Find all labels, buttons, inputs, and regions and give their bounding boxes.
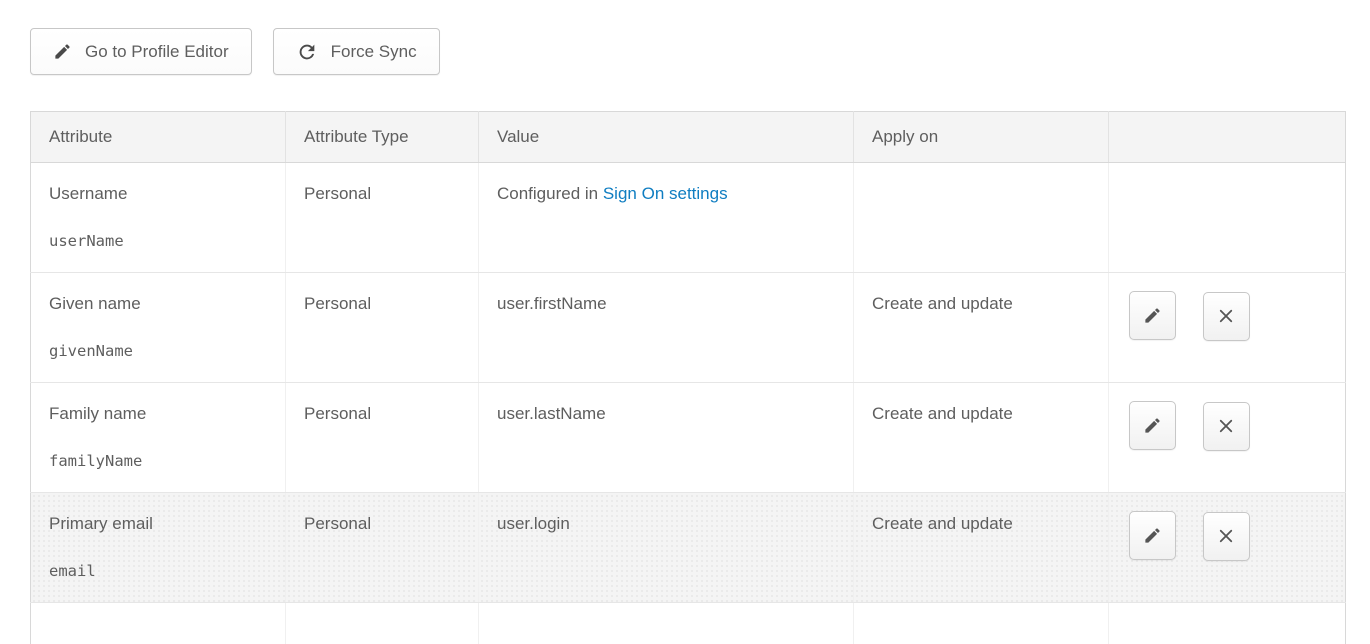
attribute-cell: Family name familyName (31, 383, 286, 493)
remove-attribute-button[interactable] (1203, 512, 1250, 561)
x-icon (1217, 417, 1235, 435)
value-text: Configured in (497, 184, 603, 203)
pencil-icon (1143, 416, 1162, 435)
attribute-mappings-page: Go to Profile Editor Force Sync Attribut… (0, 0, 1370, 644)
column-header-attribute: Attribute (31, 112, 286, 163)
remove-attribute-button[interactable] (1203, 402, 1250, 451)
table-row: Primary email email Personal user.login … (31, 493, 1346, 603)
value-cell: user.firstName (479, 273, 854, 383)
table-row: Family name familyName Personal user.las… (31, 383, 1346, 493)
value-cell: Configured in Sign On settings (479, 163, 854, 273)
attribute-name: givenName (49, 341, 267, 361)
column-header-apply-on: Apply on (854, 112, 1109, 163)
force-sync-label: Force Sync (331, 42, 417, 62)
value-cell: user.login (479, 493, 854, 603)
attribute-label: Family name (49, 404, 267, 424)
table-row: Given name givenName Personal user.first… (31, 273, 1346, 383)
attribute-type-cell: Personal (286, 493, 479, 603)
remove-attribute-button[interactable] (1203, 292, 1250, 341)
column-header-attribute-type: Attribute Type (286, 112, 479, 163)
apply-on-cell: Create and update (854, 273, 1109, 383)
table-row (31, 603, 1346, 644)
edit-attribute-button[interactable] (1129, 291, 1176, 340)
column-header-value: Value (479, 112, 854, 163)
go-to-profile-editor-button[interactable]: Go to Profile Editor (30, 28, 252, 75)
apply-on-cell: Create and update (854, 383, 1109, 493)
sign-on-settings-link[interactable]: Sign On settings (603, 184, 728, 203)
apply-on-cell (854, 603, 1109, 644)
actions-cell (1109, 493, 1346, 603)
pencil-icon (53, 42, 72, 61)
edit-attribute-button[interactable] (1129, 511, 1176, 560)
go-to-profile-editor-label: Go to Profile Editor (85, 42, 229, 62)
actions-cell (1109, 163, 1346, 273)
pencil-icon (1143, 306, 1162, 325)
attribute-cell: Primary email email (31, 493, 286, 603)
actions-cell (1109, 383, 1346, 493)
apply-on-cell: Create and update (854, 493, 1109, 603)
pencil-icon (1143, 526, 1162, 545)
attribute-name: familyName (49, 451, 267, 471)
attribute-label: Primary email (49, 514, 267, 534)
value-cell (479, 603, 854, 644)
attribute-mapping-table: Attribute Attribute Type Value Apply on … (30, 111, 1346, 644)
attribute-cell: Username userName (31, 163, 286, 273)
table-row: Username userName Personal Configured in… (31, 163, 1346, 273)
apply-on-cell (854, 163, 1109, 273)
edit-attribute-button[interactable] (1129, 401, 1176, 450)
x-icon (1217, 307, 1235, 325)
attribute-type-cell: Personal (286, 163, 479, 273)
attribute-type-cell (286, 603, 479, 644)
attribute-type-cell: Personal (286, 383, 479, 493)
x-icon (1217, 527, 1235, 545)
column-header-actions (1109, 112, 1346, 163)
attribute-type-cell: Personal (286, 273, 479, 383)
attribute-label: Given name (49, 294, 267, 314)
actions-cell (1109, 273, 1346, 383)
force-sync-button[interactable]: Force Sync (273, 28, 440, 75)
table-header-row: Attribute Attribute Type Value Apply on (31, 112, 1346, 163)
actions-cell (1109, 603, 1346, 644)
toolbar: Go to Profile Editor Force Sync (30, 28, 1370, 75)
attribute-name: email (49, 561, 267, 581)
refresh-icon (296, 41, 318, 63)
attribute-label: Username (49, 184, 267, 204)
attribute-cell: Given name givenName (31, 273, 286, 383)
attribute-cell (31, 603, 286, 644)
attribute-name: userName (49, 231, 267, 251)
value-cell: user.lastName (479, 383, 854, 493)
